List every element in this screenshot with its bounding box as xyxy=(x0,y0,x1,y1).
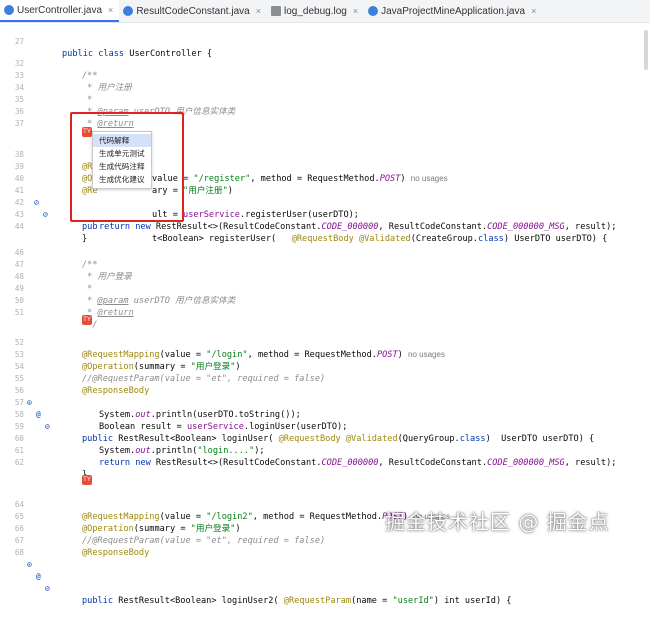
log-file-icon xyxy=(270,6,281,16)
code-line: 68 ⊙ @ ⊘ public RestResult<Boolean> logi… xyxy=(0,535,650,606)
code-token: ) int userId) { xyxy=(433,596,512,606)
code-line: 46 /** xyxy=(0,235,650,270)
code-line: 49 * @param userDTO 用户信息实体类 xyxy=(0,271,650,306)
code-line: 56 ⊙ @ ⊘ public RestResult<Boolean> logi… xyxy=(0,373,650,444)
java-class-icon xyxy=(368,6,379,16)
code-token: CODE_000000_MSG xyxy=(487,222,565,232)
code-line: 35 * @param userDTO 用户信息实体类 xyxy=(0,82,650,117)
code-line: 58 Boolean result = userService.loginUse… xyxy=(0,397,650,432)
line-number: 44 xyxy=(14,222,24,231)
tongyi-assistant-icon[interactable]: TY xyxy=(82,475,92,485)
code-line: 52 @RequestMapping(value = "/login", met… xyxy=(0,325,650,360)
code-token: @return xyxy=(97,308,134,318)
code-line: 34 * xyxy=(0,70,650,105)
code-line: 50 * @return xyxy=(0,283,650,318)
code-token: pub xyxy=(82,222,98,232)
endpoint-icon[interactable]: ⊘ xyxy=(45,583,50,595)
code-line: 32 /** xyxy=(0,46,650,81)
code-token: return new xyxy=(99,222,156,232)
highlight-box xyxy=(70,112,184,222)
code-token: RestResult<>(ResultCodeConstant. xyxy=(155,458,322,468)
code-line: 57 System.out.println(userDTO.toString()… xyxy=(0,385,650,420)
code-token: , result); xyxy=(564,222,617,232)
code-line: 59 xyxy=(0,409,650,431)
link-icon[interactable]: @ xyxy=(36,571,41,583)
code-line: 64 @RequestMapping(value = "/login2", me… xyxy=(0,487,650,522)
code-line: 36 * @return xyxy=(0,94,650,129)
line-number: 68 xyxy=(14,548,24,557)
tab-log-debug[interactable]: log_debug.log × xyxy=(267,0,364,22)
code-token: CODE_000000 xyxy=(321,222,379,232)
code-token: , ResultCodeConstant. xyxy=(378,458,488,468)
code-token: RestResult<Boolean> loginUser2( xyxy=(118,596,284,606)
tab-label: ResultCodeConstant.java xyxy=(136,5,250,17)
code-token: , result); xyxy=(564,458,617,468)
code-line: 53 @Operation(summary = "用户登录") xyxy=(0,337,650,372)
close-icon[interactable]: × xyxy=(531,6,536,16)
code-line: 48 * xyxy=(0,259,650,294)
close-icon[interactable]: × xyxy=(353,6,358,16)
tab-label: log_debug.log xyxy=(283,5,347,17)
code-line: 61 return new RestResult<>(ResultCodeCon… xyxy=(0,433,650,468)
java-class-icon xyxy=(4,5,14,15)
code-token: CODE_000000_MSG xyxy=(487,458,565,468)
tab-label: JavaProjectMineApplication.java xyxy=(381,5,526,17)
code-token: @ResponseBody xyxy=(82,548,150,558)
tab-user-controller[interactable]: UserController.java × xyxy=(0,0,120,22)
watermark: 掘金技术社区 @ 掘金点 xyxy=(385,510,610,534)
tab-java-project-mine-application[interactable]: JavaProjectMineApplication.java × xyxy=(364,0,542,22)
code-token: , ResultCodeConstant. xyxy=(378,222,488,232)
code-token: @RequestParam xyxy=(283,596,352,606)
code-line: 51 */ xyxy=(0,295,650,330)
code-token: "userId" xyxy=(392,596,434,606)
line-number: 62 xyxy=(14,458,24,467)
code-token: return new xyxy=(99,458,156,468)
code-line: 55 @ResponseBody xyxy=(0,361,650,396)
line-number: 37 xyxy=(14,119,24,128)
code-line: 47 * 用户登录 xyxy=(0,247,650,282)
code-line: 62 } xyxy=(0,445,650,480)
editor-tab-bar: UserController.java × ResultCodeConstant… xyxy=(0,0,650,23)
code-line: 54 //@RequestParam(value = "et", require… xyxy=(0,349,650,384)
code-line: 60 System.out.println("login...."); xyxy=(0,421,650,456)
code-token: RestResult<>(ResultCodeConstant. xyxy=(155,222,322,232)
code-line: 33 * 用户注册 xyxy=(0,58,650,93)
close-icon[interactable]: × xyxy=(108,5,113,15)
code-token: CODE_000000 xyxy=(321,458,379,468)
java-class-icon xyxy=(123,6,134,16)
tab-result-code-constant[interactable]: ResultCodeConstant.java × xyxy=(119,0,267,22)
run-icon[interactable]: ⊙ xyxy=(27,559,32,571)
code-token: public xyxy=(82,596,119,606)
line-number: 51 xyxy=(14,308,24,317)
code-editor[interactable]: 27 public class UserController { 32 /** … xyxy=(0,23,650,606)
code-token: (name = xyxy=(351,596,393,606)
close-icon[interactable]: × xyxy=(256,6,261,16)
tab-label: UserController.java xyxy=(17,4,103,16)
code-line: 27 public class UserController { xyxy=(0,24,650,59)
tongyi-assistant-icon[interactable]: TY xyxy=(82,315,92,325)
